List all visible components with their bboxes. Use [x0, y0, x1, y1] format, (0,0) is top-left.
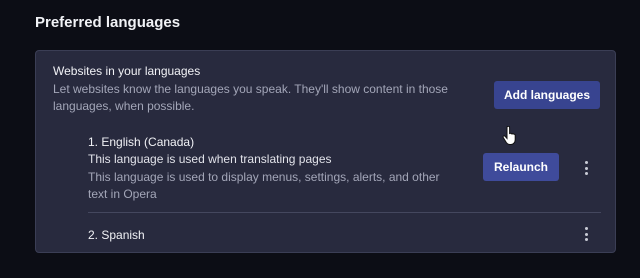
language-item-english-display-note: This language is used to display menus, … [88, 170, 440, 201]
hand-cursor-icon [502, 126, 516, 145]
language-item-english-translate-note: This language is used when translating p… [88, 152, 332, 166]
card-title: Websites in your languages [53, 64, 201, 78]
language-item-english-name: 1. English (Canada) [88, 135, 195, 149]
section-title: Preferred languages [35, 14, 181, 31]
languages-card: Websites in your languages Let websites … [35, 50, 616, 253]
more-vert-icon[interactable] [580, 159, 592, 177]
language-item-spanish-name: 2. Spanish [88, 228, 145, 242]
add-languages-button[interactable]: Add languages [494, 81, 600, 109]
divider [88, 212, 601, 213]
more-vert-icon[interactable] [580, 225, 592, 243]
card-description: Let websites know the languages you spea… [53, 82, 448, 113]
relaunch-button[interactable]: Relaunch [483, 153, 559, 181]
